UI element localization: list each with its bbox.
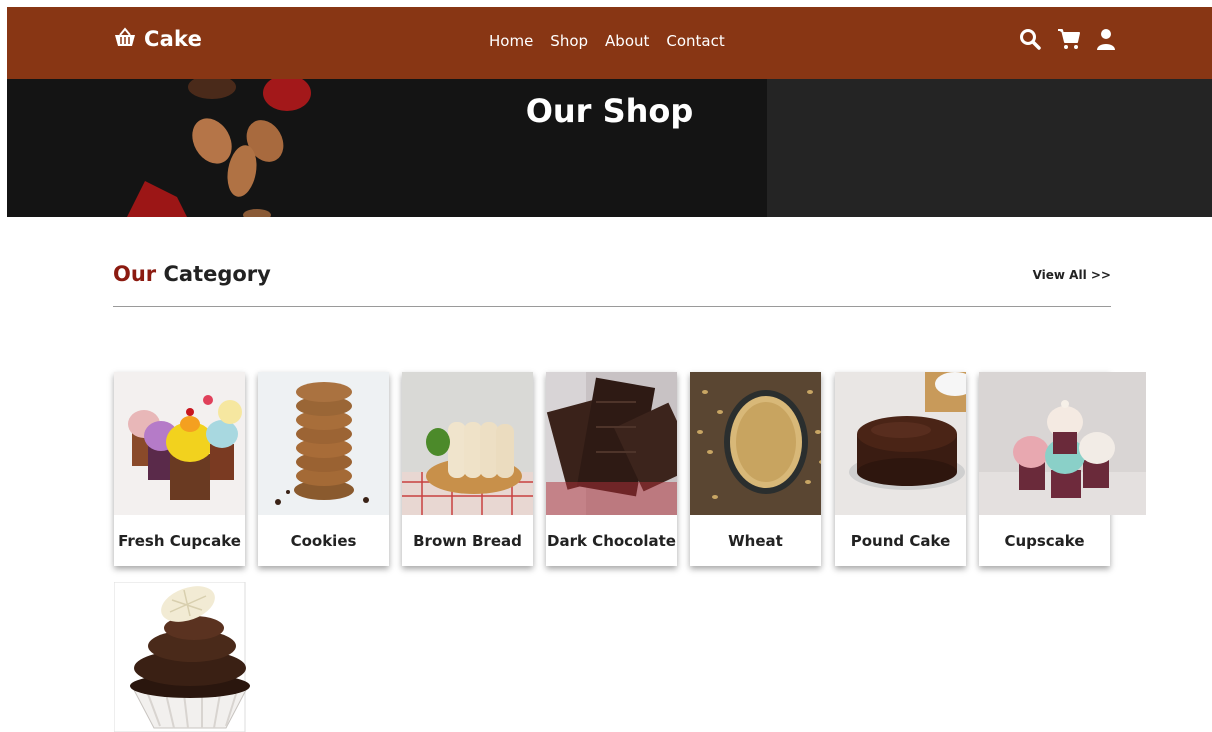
category-card-chocolate-cupcake[interactable] <box>114 582 281 732</box>
category-label: Fresh Cupcake <box>118 531 241 550</box>
category-image <box>546 372 677 515</box>
category-image <box>979 372 1146 515</box>
category-image <box>690 372 821 515</box>
hero-banner: Our Shop <box>7 79 1212 217</box>
category-card-cookies[interactable]: Cookies <box>258 372 389 566</box>
section-title-accent: Our <box>113 262 157 286</box>
brand-logo[interactable]: Cake <box>114 27 202 51</box>
category-header: Our Category View All >> <box>113 262 1111 307</box>
category-image <box>258 372 389 515</box>
category-label: Cookies <box>290 531 357 550</box>
category-card-dark-chocolate[interactable]: Dark Chocolate <box>546 372 677 566</box>
category-label: Brown Bread <box>413 531 522 550</box>
section-title: Our Category <box>113 262 271 286</box>
user-icon[interactable] <box>1097 28 1115 50</box>
category-card-wheat[interactable]: Wheat <box>690 372 821 566</box>
navbar: Cake Home Shop About Contact <box>7 7 1212 79</box>
view-all-link[interactable]: View All >> <box>1033 268 1111 282</box>
nav-links: Home Shop About Contact <box>489 32 725 50</box>
nav-link-home[interactable]: Home <box>489 32 533 50</box>
basket-icon <box>114 27 136 51</box>
category-card-cupscake[interactable]: Cupscake <box>979 372 1146 566</box>
category-label: Pound Cake <box>850 531 951 550</box>
category-card-pound-cake[interactable]: Pound Cake <box>835 372 966 566</box>
brand-name: Cake <box>144 27 203 51</box>
nav-link-about[interactable]: About <box>605 32 649 50</box>
nav-icons <box>1019 28 1115 50</box>
nav-link-shop[interactable]: Shop <box>550 32 588 50</box>
category-image <box>114 582 281 732</box>
category-card-brown-bread[interactable]: Brown Bread <box>402 372 533 566</box>
section-title-rest: Category <box>163 262 271 286</box>
category-image <box>114 372 245 515</box>
nav-link-contact[interactable]: Contact <box>666 32 724 50</box>
category-card-fresh-cupcake[interactable]: Fresh Cupcake <box>114 372 245 566</box>
page-title: Our Shop <box>525 92 694 130</box>
category-label: Dark Chocolate <box>547 531 676 550</box>
search-icon[interactable] <box>1019 28 1041 50</box>
category-image <box>835 372 966 515</box>
cart-icon[interactable] <box>1057 28 1081 50</box>
category-image <box>402 372 533 515</box>
category-label: Wheat <box>728 531 783 550</box>
category-label: Cupscake <box>1004 531 1085 550</box>
